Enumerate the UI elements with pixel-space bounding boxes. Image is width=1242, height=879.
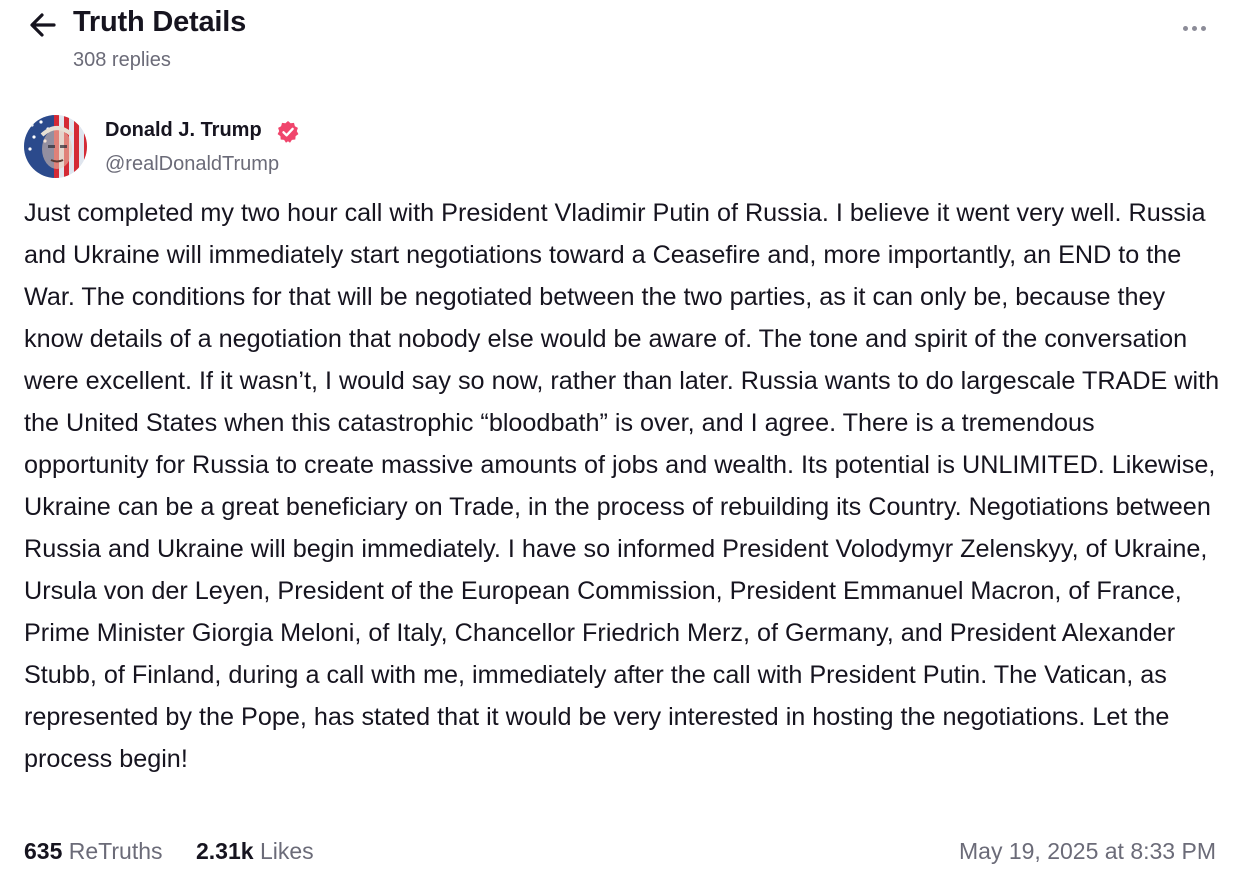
likes-number: 2.31k — [196, 838, 254, 864]
post-author: Donald J. Trump @realDonaldTrump — [0, 110, 700, 190]
more-options-button[interactable] — [1176, 14, 1212, 42]
post-text: Just completed my two hour call with Pre… — [24, 199, 1220, 773]
verified-badge-icon — [277, 121, 299, 143]
ellipsis-horizontal-icon — [1182, 25, 1188, 31]
likes-count[interactable]: 2.31k Likes — [196, 838, 314, 865]
replies-count[interactable]: 308 replies — [73, 49, 171, 72]
post-stats: 635 ReTruths 2.31k Likes May 19, 2025 at… — [0, 832, 1242, 872]
author-handle[interactable]: @realDonaldTrump — [105, 153, 279, 176]
author-display-name[interactable]: Donald J. Trump — [105, 119, 262, 142]
avatar[interactable] — [24, 115, 87, 178]
back-button[interactable] — [26, 8, 60, 42]
page-header: Truth Details 308 replies — [0, 0, 1242, 90]
post-timestamp: May 19, 2025 at 8:33 PM — [959, 838, 1216, 864]
retruths-label: ReTruths — [68, 838, 163, 864]
retruths-number: 635 — [24, 838, 63, 864]
arrow-left-icon — [30, 13, 56, 37]
likes-label: Likes — [259, 838, 314, 864]
retruths-count[interactable]: 635 ReTruths — [24, 838, 163, 865]
page-title: Truth Details — [73, 6, 247, 38]
